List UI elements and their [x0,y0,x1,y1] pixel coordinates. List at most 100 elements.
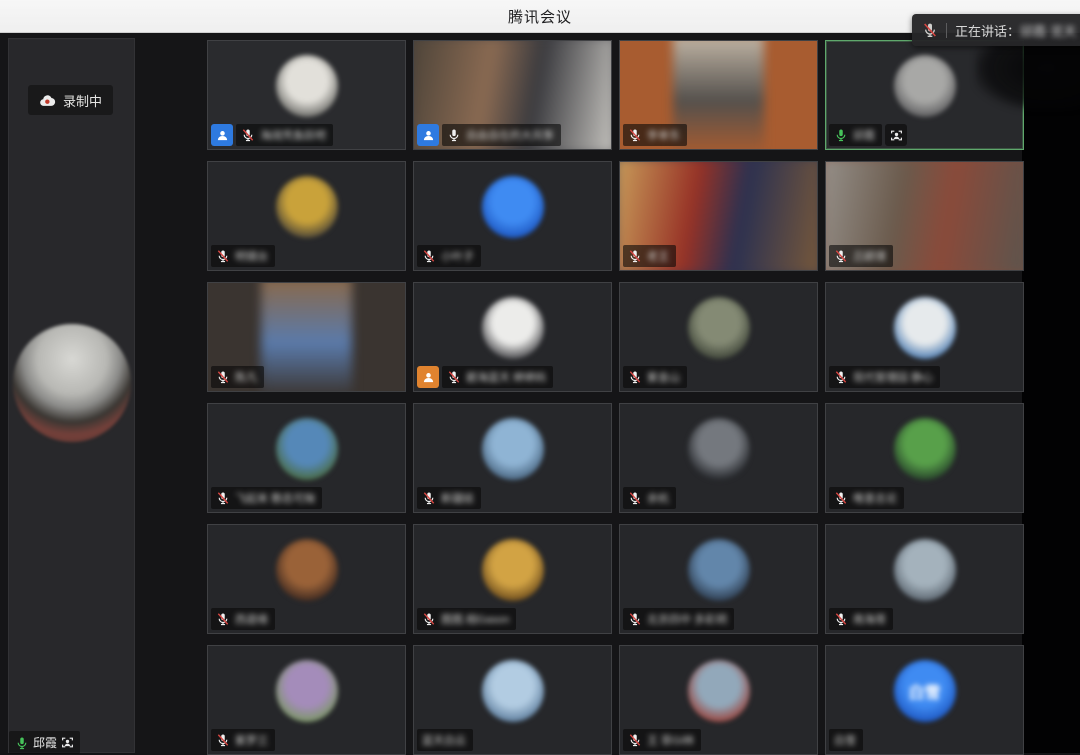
participant-grid: 海阔凭鱼跃吧 自由自在的大风筝 李单东 邱霞 明镜台 小叶子 老王 吕颖璞 [207,40,1022,755]
muted-mic-icon [216,612,230,626]
participant-name: 海阔凭鱼跃吧 [260,127,326,143]
participant-name: 明镜台 [235,248,268,264]
participant-tile[interactable]: 紫金山 [619,282,818,392]
participant-nameplate: 小叶子 [417,245,481,267]
cohost-badge [211,124,233,146]
cohost-badge [417,124,439,146]
participant-tile[interactable]: 飞起来 憨态可掬 [207,403,406,513]
participant-nameplate: 新疆娃 [417,487,481,509]
participant-nameplate: 北京四中 多彩玥 [623,608,734,630]
participant-tile[interactable]: 吕颖璞 [825,161,1024,271]
tile-bottom-row: 唯意志论 [829,487,904,509]
muted-mic-icon [628,249,642,263]
participant-nameplate: 明镜台 [211,245,275,267]
muted-mic-icon [834,491,848,505]
participant-avatar [688,418,750,480]
participant-tile[interactable]: 老王 [619,161,818,271]
tile-bottom-row: 北京四中 多彩玥 [623,608,734,630]
participant-name: 北京四中 多彩玥 [647,611,727,627]
participant-name: 图图.相Gason [441,611,509,627]
speaking-mic-icon [834,128,848,142]
avatar-text: 白雪 [908,679,940,703]
tile-bottom-row: 新疆娃 [417,487,481,509]
participant-nameplate: 现代管理园 静心 [829,366,940,388]
participant-tile[interactable]: 图图.相Gason [413,524,612,634]
participant-nameplate: 唯意志论 [829,487,904,509]
tile-bottom-row: 蓝天白云 [417,729,473,751]
muted-mic-icon [834,249,848,263]
tile-bottom-row: 海阔凭鱼跃吧 [211,124,333,146]
tile-bottom-row: 王 菲Gi林 [623,729,701,751]
participant-nameplate: 海阔凭鱼跃吧 [236,124,333,146]
participant-name: 李单东 [647,127,680,143]
muted-mic-icon [216,491,230,505]
muted-mic-icon [216,370,230,384]
muted-mic-icon [241,128,255,142]
participant-tile[interactable]: 蓝天白云 [413,645,612,755]
tile-bottom-row: 飞起来 憨态可掬 [211,487,322,509]
participant-tile[interactable]: 小叶子 [413,161,612,271]
self-video-tile[interactable]: 录制中 邱霞 [8,38,135,753]
participant-avatar [276,418,338,480]
participant-name: 邱霞 [853,127,875,143]
tile-bottom-row: 紫罗兰 [211,729,275,751]
participant-avatar [482,539,544,601]
tile-bottom-row: 李单东 [623,124,687,146]
participant-name: 紫罗兰 [235,732,268,748]
participant-avatar [482,297,544,359]
record-cloud-icon [39,94,56,107]
participant-name: 余杭 [647,490,669,506]
participant-tile[interactable]: 新疆娃 [413,403,612,513]
participant-nameplate: 飞起来 憨态可掬 [211,487,322,509]
participant-tile[interactable]: 北京四中 多彩玥 [619,524,818,634]
participant-nameplate: 白雪 [829,729,863,751]
participant-tile[interactable]: 现代管理园 静心 [825,282,1024,392]
tile-bottom-row: 陈凡 [211,366,264,388]
person-icon [216,129,229,142]
participant-tile[interactable]: 南海哥 [825,524,1024,634]
participant-nameplate: 邱霞 [829,124,882,146]
toast-text: 正在讲话：邱霞·览天 [955,21,1076,40]
mic-icon [447,128,461,142]
participant-nameplate: 吕颖璞 [829,245,893,267]
recording-status-badge: 录制中 [28,85,113,115]
participant-tile[interactable]: 王 菲Gi林 [619,645,818,755]
muted-mic-icon [422,249,436,263]
participant-tile[interactable]: 西遊缘 [207,524,406,634]
participant-tile[interactable]: 余杭 [619,403,818,513]
participant-tile[interactable]: 陈凡 [207,282,406,392]
tile-bottom-row: 余杭 [623,487,676,509]
muted-mic-icon [216,733,230,747]
participant-tile[interactable]: 碧海蓝天 婷婷妈 [413,282,612,392]
tile-bottom-row: 图图.相Gason [417,608,516,630]
participant-tile[interactable]: 自由自在的大风筝 [413,40,612,150]
participant-avatar [688,660,750,722]
self-nameplate: 邱霞 [9,731,80,754]
recording-status-label: 录制中 [63,91,102,110]
self-name-label: 邱霞 [33,734,57,751]
participant-avatar [276,176,338,238]
participant-name: 王 菲Gi林 [647,732,694,748]
participant-name: 白雪 [834,732,856,748]
person-icon [422,129,435,142]
participant-tile[interactable]: 明镜台 [207,161,406,271]
tile-bottom-row: 碧海蓝天 婷婷妈 [417,366,553,388]
participant-name: 南海哥 [853,611,886,627]
participant-tile[interactable]: 紫罗兰 [207,645,406,755]
speaking-mic-icon [15,736,29,750]
tile-bottom-row: 老王 [623,245,676,267]
participant-tile[interactable]: 海阔凭鱼跃吧 [207,40,406,150]
participant-name: 现代管理园 静心 [853,369,933,385]
muted-mic-icon [834,370,848,384]
window-title: 腾讯会议 [508,6,572,27]
muted-mic-icon [628,491,642,505]
participant-nameplate: 陈凡 [211,366,264,388]
participant-tile[interactable]: 白雪白雪 [825,645,1024,755]
participant-tile[interactable]: 李单东 [619,40,818,150]
vertical-video-frame [261,282,352,392]
active-speaker-toast: 正在讲话：邱霞·览天 [912,14,1080,46]
participant-avatar [276,55,338,117]
participant-tile[interactable]: 唯意志论 [825,403,1024,513]
self-avatar [13,324,131,442]
toast-divider [946,23,947,38]
